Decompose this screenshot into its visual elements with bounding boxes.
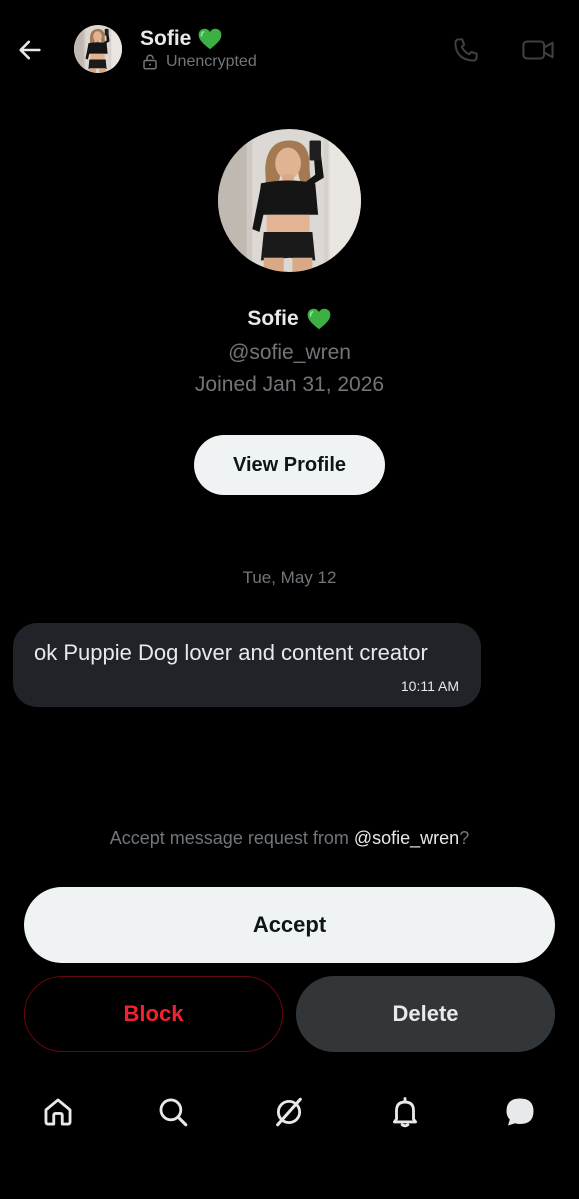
profile-avatar[interactable] — [218, 129, 361, 272]
unlocked-lock-icon — [143, 54, 157, 70]
header-title: Sofie — [140, 26, 223, 52]
header-avatar[interactable] — [74, 25, 122, 73]
profile-name: Sofie — [247, 307, 299, 330]
avatar-image — [74, 25, 122, 73]
back-arrow-icon — [19, 40, 41, 60]
message-timestamp: 10:11 AM — [400, 678, 459, 694]
profile-name-row: Sofie — [0, 306, 579, 332]
search-icon — [159, 1098, 188, 1127]
contact-name: Sofie — [140, 27, 192, 50]
message-text: ok Puppie Dog lover and content creator — [34, 640, 428, 665]
profile-image — [218, 129, 361, 272]
request-prompt-handle: @sofie_wren — [353, 828, 460, 848]
green-heart-icon — [197, 26, 223, 52]
voice-call-button[interactable] — [448, 32, 484, 68]
back-button[interactable] — [10, 30, 50, 70]
delete-button[interactable]: Delete — [296, 976, 555, 1052]
nav-messages[interactable] — [498, 1090, 542, 1134]
green-heart-icon — [306, 306, 332, 332]
nav-home[interactable] — [36, 1090, 80, 1134]
request-prompt-prefix: Accept message request from — [109, 828, 354, 848]
message-bubble[interactable]: ok Puppie Dog lover and content creator … — [13, 623, 481, 707]
accept-button[interactable]: Accept — [24, 887, 555, 963]
nav-notifications[interactable] — [383, 1090, 427, 1134]
phone-icon — [454, 38, 478, 62]
profile-joined-date: Joined Jan 31, 2026 — [194, 373, 385, 396]
grok-icon — [276, 1097, 302, 1127]
block-button[interactable]: Block — [24, 976, 283, 1052]
message-request-prompt: Accept message request from @sofie_wren? — [0, 828, 579, 849]
video-call-button[interactable] — [518, 32, 558, 68]
nav-grok[interactable] — [267, 1090, 311, 1134]
messages-icon — [506, 1098, 534, 1126]
encryption-label: Unencrypted — [166, 53, 257, 70]
video-camera-icon — [522, 40, 554, 60]
date-separator: Tue, May 12 — [242, 568, 337, 587]
nav-search[interactable] — [151, 1090, 195, 1134]
profile-handle: @sofie_wren — [228, 341, 351, 364]
notifications-icon — [392, 1097, 418, 1128]
view-profile-button[interactable]: View Profile — [194, 435, 385, 495]
home-icon — [44, 1098, 72, 1126]
encryption-status: Unencrypted — [141, 53, 257, 71]
request-prompt-suffix: ? — [459, 828, 470, 848]
